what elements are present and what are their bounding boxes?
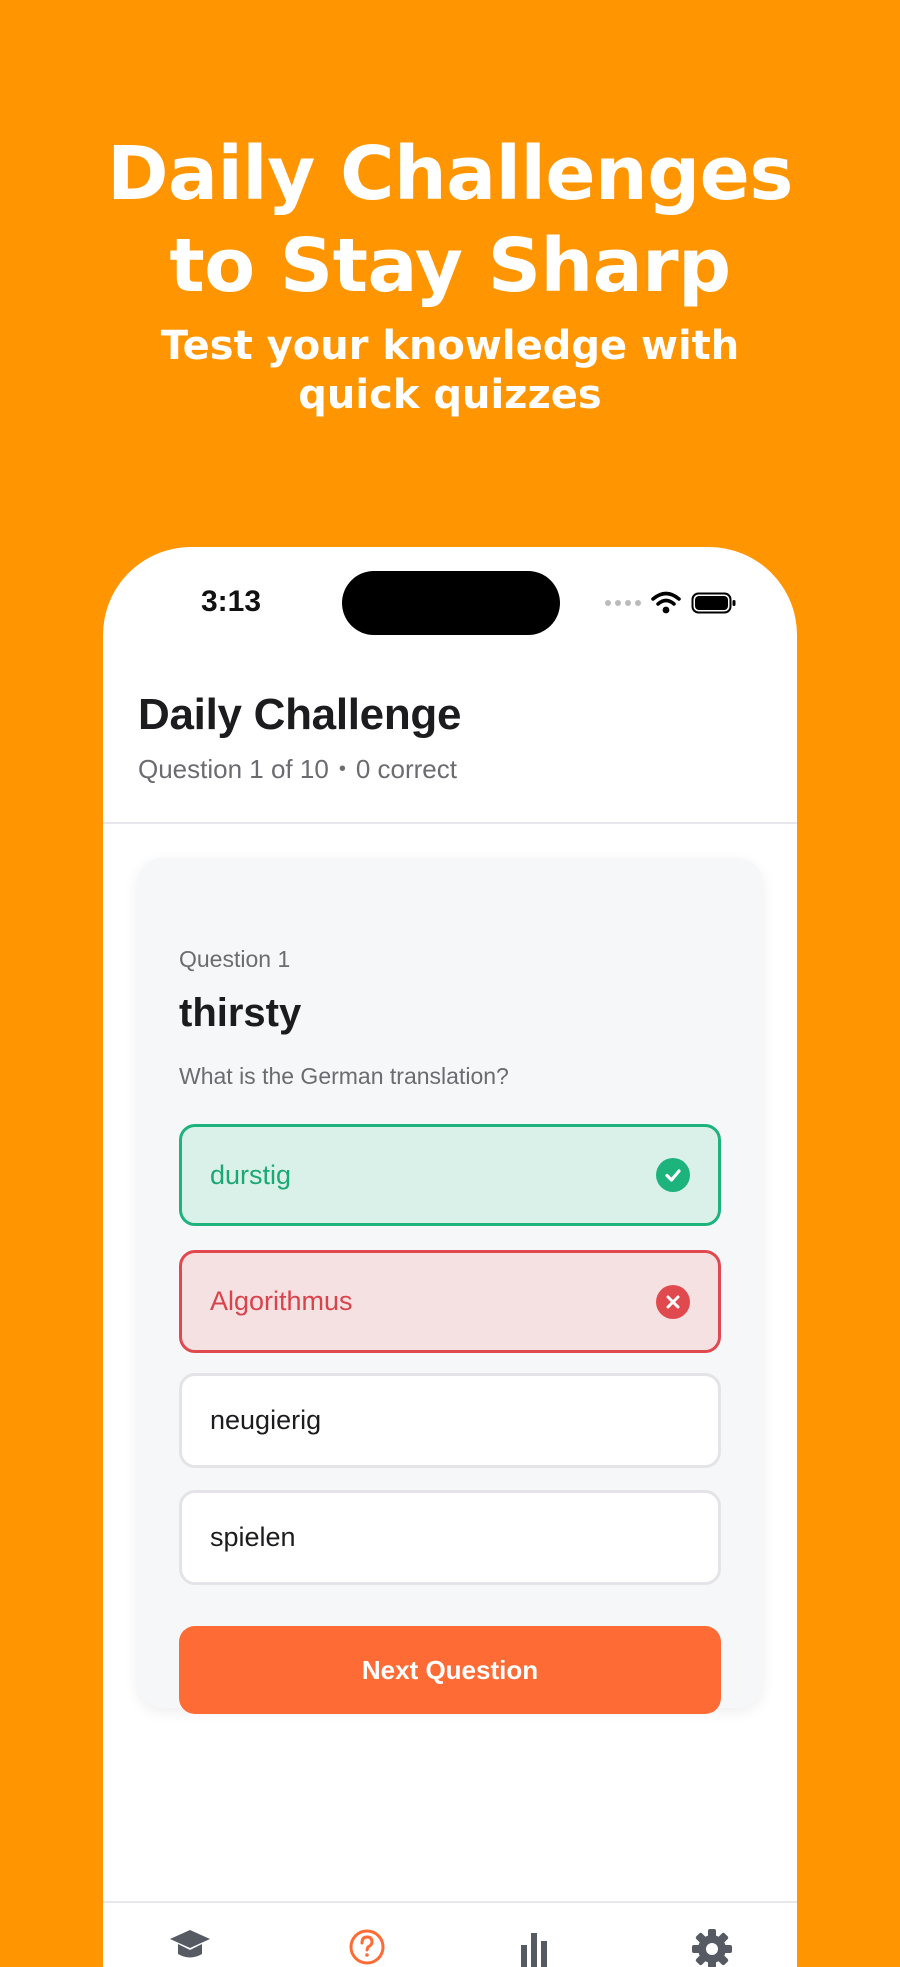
hero-title-line-2: to Stay Sharp [169,223,731,309]
page-title: Daily Challenge [138,690,462,739]
stats-icon[interactable] [515,1927,555,1967]
learn-icon[interactable] [168,1927,212,1963]
answer-option-2[interactable]: Algorithmus [179,1250,721,1353]
battery-icon [691,592,736,614]
dynamic-island [342,571,560,635]
answer-option-text: neugierig [210,1405,322,1435]
answer-option-text: spielen [210,1522,296,1552]
header-divider [103,822,797,824]
settings-icon[interactable] [690,1927,734,1967]
quiz-progress: Question 1 of 10 • 0 correct [138,754,457,785]
hero-title-line-1: Daily Challenges [107,131,793,217]
answer-option-1[interactable]: durstig [179,1124,721,1226]
status-icons [605,591,737,615]
signal-icon [605,600,641,606]
answer-option-text: Algorithmus [210,1286,353,1316]
status-time: 3:13 [201,585,262,618]
tab-bar-divider [103,1901,797,1903]
answer-option-3[interactable]: neugierig [179,1373,721,1468]
check-circle-icon [656,1158,690,1192]
phone-screen: 3:13 Daily Challenge Question 1 of 10 • … [103,547,797,1967]
answer-option-text: durstig [210,1159,292,1190]
x-circle-icon [656,1284,690,1319]
wifi-icon [651,591,681,614]
hero-title: Daily Challenges to Stay Sharp [0,128,900,312]
separator-dot: • [338,758,346,780]
question-card: Question 1 thirsty What is the German tr… [137,858,763,1714]
question-prompt: What is the German translation? [179,1063,509,1089]
correct-count: 0 correct [355,754,457,784]
progress-text: Question 1 of 10 [138,754,329,784]
question-word: thirsty [179,991,302,1035]
hero-subtitle: Test your knowledge with quick quizzes [160,323,740,418]
quiz-icon[interactable] [347,1927,387,1967]
next-question-button[interactable]: Next Question [179,1626,721,1714]
question-label: Question 1 [179,946,291,972]
answer-option-4[interactable]: spielen [179,1490,721,1585]
